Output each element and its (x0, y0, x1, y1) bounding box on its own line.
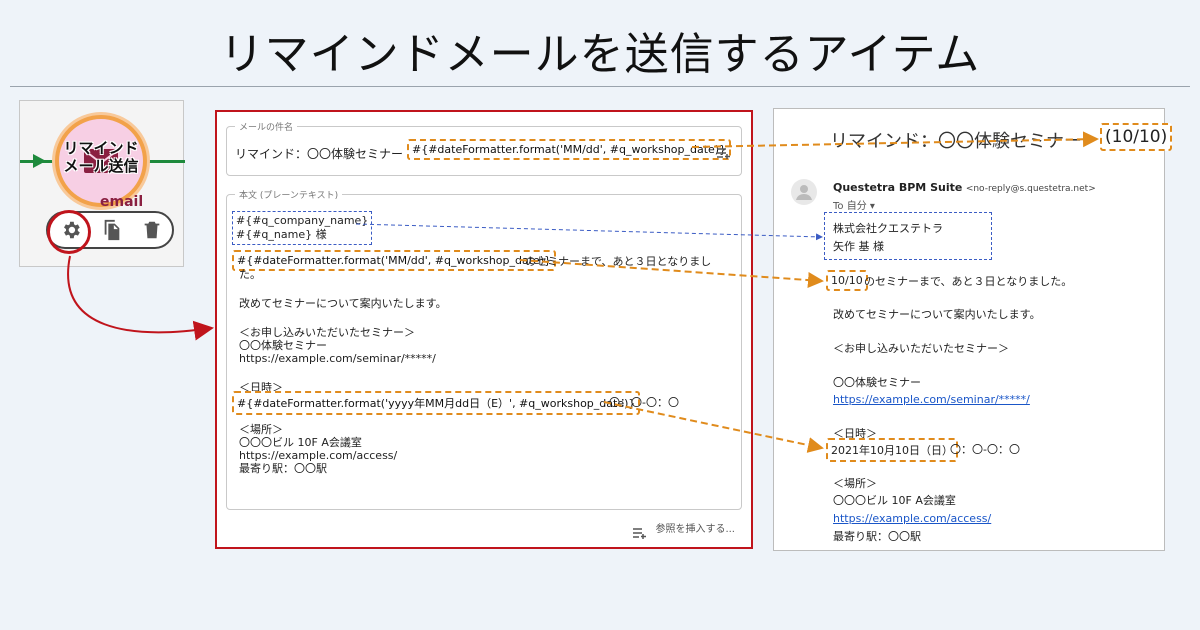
email-place-header: ＜場所＞ (833, 477, 877, 490)
email-date-suffix: のセミナーまで、あと３日となりました。 (864, 275, 1073, 288)
body-datetime-expression: #{#dateFormatter.format('yyyy年MM月dd日（E）'… (232, 391, 641, 415)
node-type-label: email (100, 194, 144, 210)
body-place-url: https://example.com/access/ (239, 449, 398, 462)
subject-prefix: リマインド：〇〇体験セミナー (235, 147, 404, 161)
company-expression: #{#q_company_name} (236, 214, 369, 227)
trash-icon[interactable] (141, 219, 163, 241)
sender-name: Questetra BPM Suite (833, 181, 963, 194)
email-intro: 改めてセミナーについて案内いたします。 (833, 308, 1041, 321)
body-place-name: 〇〇〇ビル 10F A会議室 (239, 436, 362, 449)
email-datetime: 2021年10月10日（日） (826, 438, 958, 462)
node-label-line2: メール送信 (63, 157, 139, 175)
body-place-header: ＜場所＞ (239, 423, 283, 436)
flow-arrow (33, 154, 46, 168)
email-preview: リマインド：〇〇体験セミナー (10/10) Questetra BPM Sui… (773, 108, 1173, 551)
body-seminar-name: 〇〇体験セミナー (239, 339, 327, 352)
insert-reference-link[interactable]: 参照を挿入する... (655, 520, 735, 535)
node-label-line1: リマインド (63, 139, 139, 157)
name-expression: #{#q_name} 様 (236, 228, 327, 241)
sender-address: <no-reply@s.questetra.net> (965, 184, 1096, 194)
subject-field[interactable]: メールの件名 リマインド：〇〇体験セミナー #{#dateFormatter.f… (226, 120, 742, 176)
recipient-expression-box: #{#q_company_name} #{#q_name} 様 (232, 211, 373, 245)
subject-legend: メールの件名 (235, 120, 298, 133)
body-datetime-suffix: 〇：〇-〇：〇 (609, 396, 679, 409)
body-date-suffix: のセミナーまで、あと３日となりまし (525, 255, 712, 268)
process-node-panel: リマインド メール送信 email (19, 100, 185, 267)
email-subject-date: (10/10) (1100, 123, 1173, 151)
insert-reference-icon (633, 528, 646, 539)
insert-reference-icon[interactable] (717, 147, 731, 159)
node-label: リマインド メール送信 (46, 139, 156, 175)
email-to[interactable]: To 自分 ▾ (833, 197, 875, 212)
email-datetime-suffix: 〇：〇-〇：〇 (950, 443, 1020, 456)
email-station: 最寄り駅：〇〇駅 (833, 530, 921, 543)
email-seminar-link[interactable]: https://example.com/seminar/*****/ (833, 393, 1030, 406)
email-sender: Questetra BPM Suite <no-reply@s.questetr… (833, 181, 1096, 194)
email-subject: リマインド：〇〇体験セミナー (830, 131, 1082, 152)
email-seminar-header: ＜お申し込みいただいたセミナー＞ (833, 342, 1009, 355)
body-date-expression: #{#dateFormatter.format('MM/dd', #q_work… (232, 250, 557, 271)
email-date: 10/10 (826, 270, 868, 291)
email-place-name: 〇〇〇ビル 10F A会議室 (833, 494, 956, 507)
email-settings-form: メールの件名 リマインド：〇〇体験セミナー #{#dateFormatter.f… (215, 110, 753, 549)
body-seminar-header: ＜お申し込みいただいたセミナー＞ (239, 326, 415, 339)
gear-highlight-circle (47, 210, 91, 254)
page-title: リマインドメールを送信するアイテム (219, 29, 981, 80)
email-company: 株式会社クエステトラ (833, 222, 943, 235)
avatar (791, 179, 817, 205)
copy-icon[interactable] (101, 219, 123, 241)
email-seminar-name: 〇〇体験セミナー (833, 376, 921, 389)
subject-date-expression: #{#dateFormatter.format('MM/dd', #q_work… (407, 139, 732, 160)
email-name: 矢作 基 様 (833, 240, 884, 253)
body-date-suffix-2: た。 (239, 268, 261, 281)
body-intro: 改めてセミナーについて案内いたします。 (239, 297, 447, 310)
body-field[interactable]: 本文 (プレーンテキスト) #{#q_company_name} #{#q_na… (226, 188, 742, 510)
body-station: 最寄り駅：〇〇駅 (239, 462, 327, 475)
body-seminar-url: https://example.com/seminar/*****/ (239, 352, 436, 365)
connector-gear-to-form (67, 255, 214, 341)
body-legend: 本文 (プレーンテキスト) (235, 188, 343, 201)
email-place-link[interactable]: https://example.com/access/ (833, 512, 991, 525)
title-divider (10, 86, 1190, 87)
